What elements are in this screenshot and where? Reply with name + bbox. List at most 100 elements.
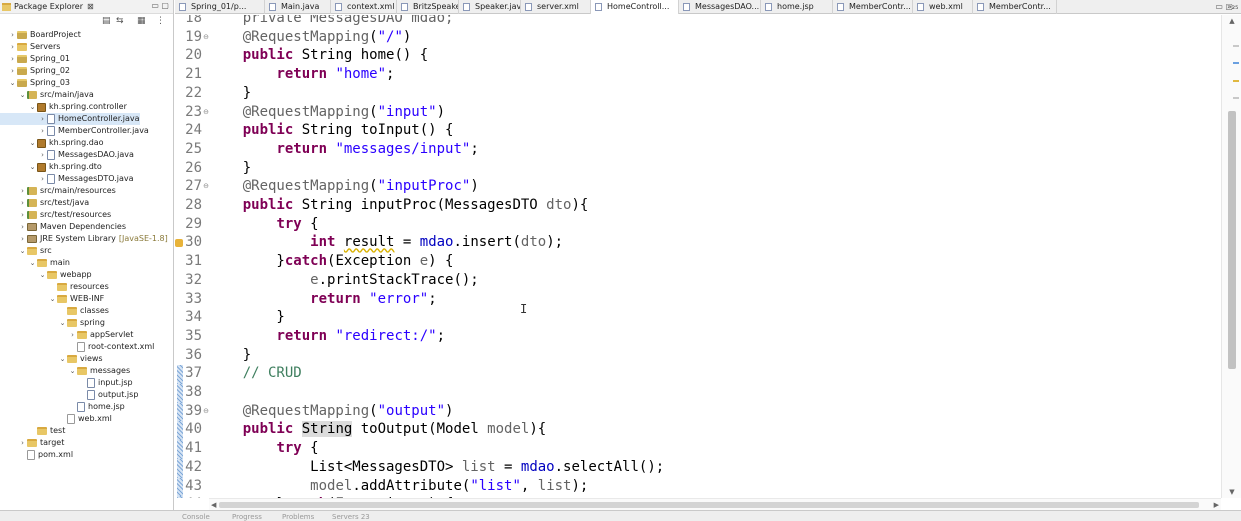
view-window-buttons[interactable]: ▭ ▢ [151,1,169,10]
collapsed-arrow-icon[interactable]: › [18,197,27,209]
collapsed-arrow-icon[interactable]: › [18,233,27,245]
tree-item[interactable]: root-context.xml [0,341,154,353]
expanded-arrow-icon[interactable]: ⌄ [38,269,47,281]
bottom-panel-tab[interactable]: Console [182,513,210,521]
collapsed-arrow-icon[interactable]: › [18,209,27,221]
link-with-editor-icon[interactable]: ⇆ [116,16,124,26]
code-line[interactable]: model.addAttribute("list", list); [209,478,588,497]
tree-item[interactable]: › MemberController.java [0,125,149,137]
code-line[interactable]: return "messages/input"; [209,141,478,160]
tree-item[interactable]: ⌄ spring [0,317,105,329]
tree-item[interactable]: › BoardProject [0,29,81,41]
tree-item[interactable]: › Servers [0,41,60,53]
code-line[interactable]: int result = mdao.insert(dto); [209,234,563,253]
tree-item[interactable]: home.jsp [0,401,125,413]
view-menu-icon[interactable]: ⋮ [156,16,165,26]
tree-item[interactable]: web.xml [0,413,112,425]
tree-item[interactable]: › src/test/java [0,197,89,209]
tree-item[interactable]: ⌄ kh.spring.dto [0,161,102,173]
collapsed-arrow-icon[interactable]: › [8,41,17,53]
collapsed-arrow-icon[interactable]: › [18,185,27,197]
collapsed-arrow-icon[interactable]: › [8,29,17,41]
tree-item[interactable]: classes [0,305,109,317]
scroll-down-arrow-icon[interactable]: ▼ [1222,488,1241,496]
collapsed-arrow-icon[interactable]: › [38,113,47,125]
vertical-scrollbar[interactable]: ▲ ▼ [1221,15,1241,498]
bottom-panel-tab[interactable]: Problems [282,513,314,521]
tree-item[interactable]: › Spring_01 [0,53,70,65]
editor-window-buttons[interactable]: ▭ ▢ [1215,0,1233,14]
tree-item[interactable]: ⌄ webapp [0,269,92,281]
editor-tab[interactable]: HomeControll... [591,0,679,14]
editor-tab[interactable]: web.xml [913,0,973,14]
tree-item[interactable]: ⌄ WEB-INF [0,293,104,305]
editor-tab[interactable]: server.xml [521,0,591,14]
warning-icon[interactable] [175,239,183,248]
expanded-arrow-icon[interactable]: ⌄ [18,89,27,101]
editor-tab[interactable]: BritzSpeake... [397,0,459,14]
expanded-arrow-icon[interactable]: ⌄ [58,317,67,329]
expanded-arrow-icon[interactable]: ⌄ [28,137,37,149]
tree-item[interactable]: › appServlet [0,329,133,341]
code-line[interactable]: } [209,160,251,179]
code-line[interactable]: try { [209,440,318,459]
editor-tab[interactable]: MessagesDAO... [679,0,761,14]
package-explorer-title[interactable]: Package Explorer [14,2,83,11]
vertical-scroll-thumb[interactable] [1228,111,1236,369]
code-line[interactable]: return "home"; [209,66,394,85]
code-line[interactable]: @RequestMapping("inputProc") [209,178,479,197]
code-area[interactable]: private MessagesDAO mdao; @RequestMappin… [209,15,1221,498]
tree-item[interactable]: › JRE System Library [JavaSE-1.8] [0,233,168,245]
collapsed-arrow-icon[interactable]: › [38,173,47,185]
tree-item[interactable]: ⌄ views [0,353,103,365]
tree-item[interactable]: › Spring_02 [0,65,70,77]
collapse-all-icon[interactable]: ▤ [102,16,111,26]
editor-tab[interactable]: home.jsp [761,0,833,14]
tree-item[interactable]: ⌄ Spring_03 [0,77,70,89]
expanded-arrow-icon[interactable]: ⌄ [68,365,77,377]
code-line[interactable]: public String inputProc(MessagesDTO dto)… [209,197,589,216]
tree-item[interactable]: ⌄ kh.spring.controller [0,101,127,113]
bottom-panel-tab[interactable]: Progress [232,513,262,521]
tree-item[interactable]: input.jsp [0,377,133,389]
expanded-arrow-icon[interactable]: ⌄ [28,161,37,173]
editor-tab[interactable]: Main.java [265,0,331,14]
tree-item[interactable]: › target [0,437,64,449]
code-line[interactable]: } [209,85,251,104]
expanded-arrow-icon[interactable]: ⌄ [28,257,37,269]
code-line[interactable]: return "redirect:/"; [209,328,445,347]
tree-item[interactable]: resources [0,281,109,293]
editor-tab[interactable]: Spring_01/p... [175,0,265,14]
tree-item[interactable]: ⌄ src/main/java [0,89,94,101]
code-line[interactable]: private MessagesDAO mdao; [209,15,454,29]
collapsed-arrow-icon[interactable]: › [8,65,17,77]
tree-item[interactable]: › src/test/resources [0,209,111,221]
code-line[interactable]: @RequestMapping("/") [209,29,412,48]
code-line[interactable]: public String toOutput(Model model){ [209,421,546,440]
expanded-arrow-icon[interactable]: ⌄ [18,245,27,257]
editor-tab[interactable]: context.xml [331,0,397,14]
expanded-arrow-icon[interactable]: ⌄ [28,101,37,113]
expanded-arrow-icon[interactable]: ⌄ [58,353,67,365]
bottom-panel-tab[interactable]: Servers 23 [332,513,370,521]
tree-item[interactable]: › MessagesDAO.java [0,149,134,161]
tree-item[interactable]: › HomeController.java [0,113,140,125]
tree-item[interactable]: ⌄ messages [0,365,130,377]
collapsed-arrow-icon[interactable]: › [8,53,17,65]
code-line[interactable]: try { [209,216,318,235]
code-line[interactable]: }catch(Exception e) { [209,253,453,272]
tree-item[interactable]: ⌄ main [0,257,70,269]
collapsed-arrow-icon[interactable]: › [18,221,27,233]
expanded-arrow-icon[interactable]: ⌄ [8,77,17,89]
editor-tab[interactable]: MemberContr... [833,0,913,14]
tree-item[interactable]: › src/main/resources [0,185,116,197]
tree-item[interactable]: › MessagesDTO.java [0,173,134,185]
horizontal-scrollbar[interactable]: ◀ ▶ [209,498,1221,510]
filter-icon[interactable]: ▦ [137,16,146,26]
code-line[interactable]: public String toInput() { [209,122,454,141]
code-editor[interactable]: 18 19 ⊖ 20 21 22 23 ⊖ 24 25 26 27 ⊖ 28 29 30 31 32 33 34 35 3… [175,15,1241,498]
tree-item[interactable]: ⌄ src [0,245,52,257]
collapsed-arrow-icon[interactable]: › [18,437,27,449]
tree-item[interactable]: pom.xml [0,449,73,461]
close-view-icon[interactable]: ⊠ [87,2,94,11]
